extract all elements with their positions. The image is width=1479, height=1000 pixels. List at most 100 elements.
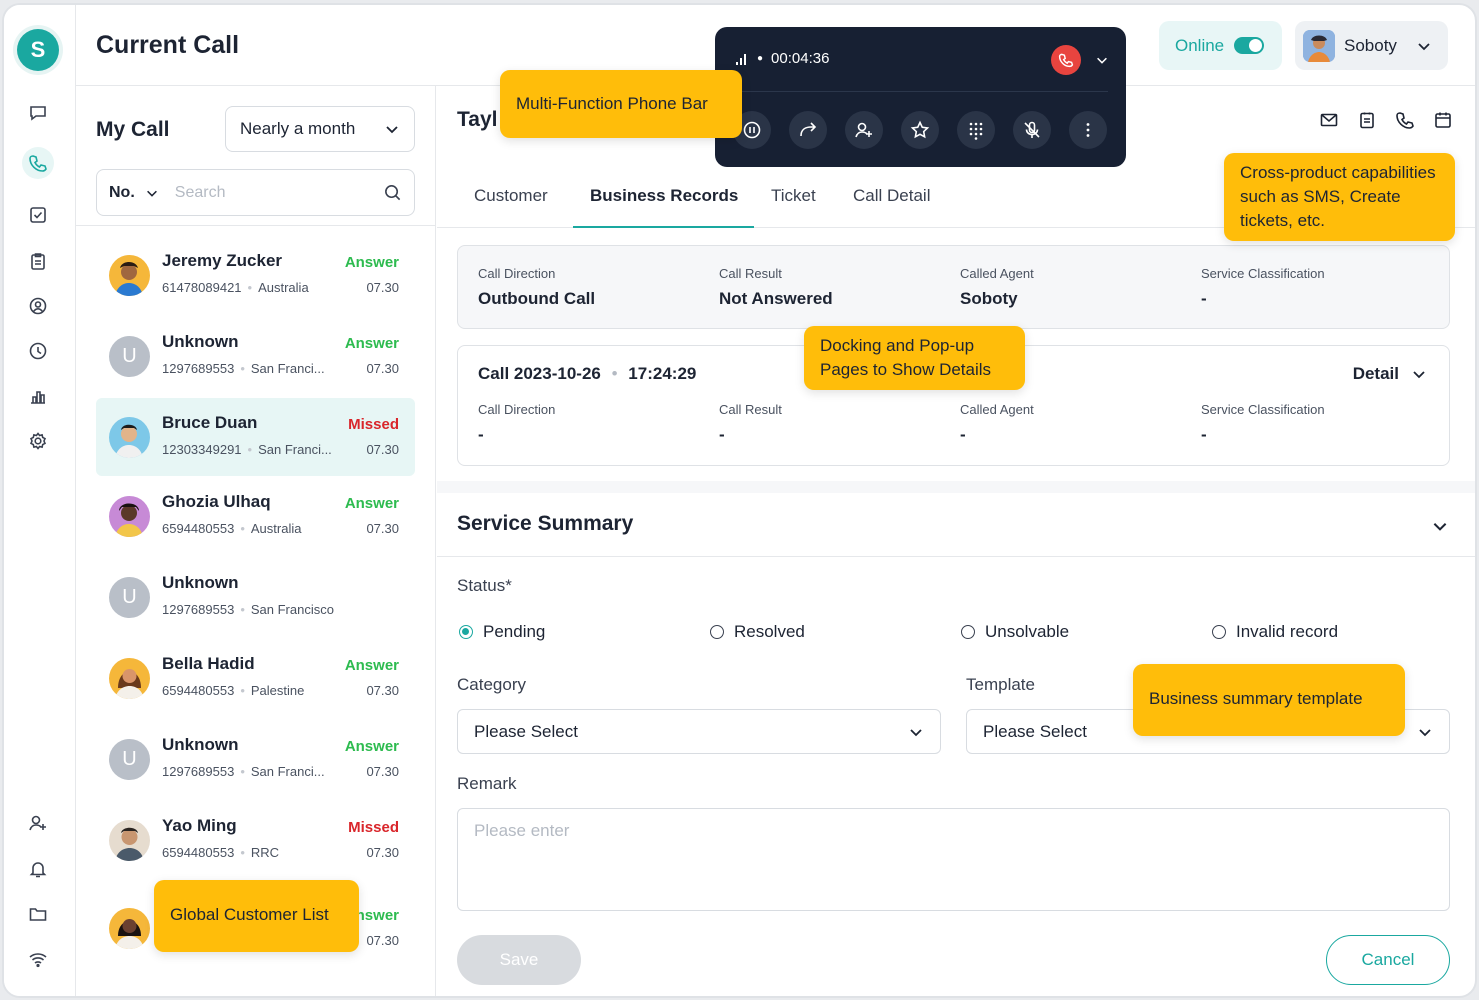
separator-dot: • <box>240 521 245 536</box>
caller-location: Australia <box>250 521 302 536</box>
cancel-button[interactable]: Cancel <box>1326 935 1450 985</box>
service-summary-header[interactable]: Service Summary <box>437 493 1475 557</box>
user-add-icon[interactable] <box>22 807 54 839</box>
status-radio-invalid-record[interactable]: Invalid record <box>1212 622 1338 642</box>
radio-label: Unsolvable <box>985 622 1070 641</box>
detail-toggle[interactable]: Detail <box>1353 364 1427 384</box>
user-menu[interactable]: Soboty <box>1295 21 1448 70</box>
callout-cross-product: Cross-product capabilities such as SMS, … <box>1224 153 1455 241</box>
call-status: Missed <box>348 416 399 433</box>
caller-name: Jeremy Zucker <box>162 251 283 270</box>
transfer-icon[interactable] <box>845 111 883 149</box>
phone-icon[interactable] <box>22 147 54 179</box>
user-avatar <box>1303 29 1335 62</box>
separator-dot: • <box>247 280 253 295</box>
caller-info: 12303349291 • San Franci... <box>162 442 332 457</box>
keypad-icon[interactable] <box>957 111 995 149</box>
caller-location: San Franci... <box>250 764 325 779</box>
hang-up-button[interactable] <box>1051 45 1081 75</box>
contact-icon[interactable] <box>22 290 54 322</box>
call-list-item[interactable]: U Unknown 1297689553 • San Franci... Answe… <box>96 720 415 798</box>
calendar-icon[interactable] <box>1433 110 1453 130</box>
caller-number: 6594480553 <box>162 845 235 860</box>
call-list-pane: My Call Nearly a month No. Jeremy Zucker… <box>76 86 436 996</box>
online-status-toggle[interactable]: Online <box>1159 21 1282 70</box>
call-list-item[interactable]: Bruce Duan 12303349291 • San Franci... Mis… <box>96 398 415 476</box>
status-radio-resolved[interactable]: Resolved <box>710 622 805 642</box>
caller-name: Unknown <box>162 735 239 754</box>
tab-call-detail[interactable]: Call Detail <box>853 176 930 228</box>
call-list-item[interactable]: U Unknown 1297689553 • San Franci... Answe… <box>96 317 415 395</box>
bell-icon[interactable] <box>22 853 54 885</box>
online-status-label: Online <box>1175 35 1225 55</box>
caller-number: 1297689553 <box>162 361 235 376</box>
search-icon[interactable] <box>383 183 402 202</box>
star-icon[interactable] <box>901 111 939 149</box>
category-select[interactable]: Please Select <box>457 709 941 754</box>
caller-location: RRC <box>250 845 280 860</box>
caller-info: 6594480553 • Palestine <box>162 683 304 698</box>
caller-number: 1297689553 <box>162 764 235 779</box>
chevron-down-icon[interactable] <box>1431 517 1449 535</box>
toggle-switch[interactable] <box>1234 37 1265 54</box>
app-logo[interactable]: S <box>17 29 59 71</box>
save-button[interactable]: Save <box>457 935 581 985</box>
remark-textarea[interactable] <box>457 808 1450 911</box>
chevron-down-icon[interactable] <box>1095 53 1109 67</box>
called-agent-value: - <box>960 425 966 444</box>
caller-info: 6594480553 • RRC <box>162 845 279 860</box>
mute-icon[interactable] <box>1013 111 1051 149</box>
caller-number: 6594480553 <box>162 683 235 698</box>
call-direction-value: Outbound Call <box>478 289 596 308</box>
search-input[interactable] <box>174 183 365 202</box>
tab-business-records[interactable]: Business Records <box>590 176 738 228</box>
radio-button[interactable] <box>710 625 724 639</box>
call-list-item[interactable]: Jeremy Zucker 61478089421 • Australia Answ… <box>96 236 415 314</box>
caller-location: Palestine <box>250 683 305 698</box>
phone-icon[interactable] <box>1395 110 1415 130</box>
call-list-item[interactable]: Yao Ming 6594480553 • RRC Missed 07.30 <box>96 801 415 879</box>
chevron-down-icon <box>1417 724 1433 740</box>
section-title: Service Summary <box>457 512 634 535</box>
forward-icon[interactable] <box>789 111 827 149</box>
status-radio-unsolvable[interactable]: Unsolvable <box>961 622 1069 642</box>
settings-icon[interactable] <box>22 425 54 457</box>
task-icon[interactable] <box>22 199 54 231</box>
avatar: U <box>109 336 150 377</box>
caller-name: Yao Ming <box>162 816 237 835</box>
folder-icon[interactable] <box>22 898 54 930</box>
date-range-select[interactable]: Nearly a month <box>225 106 415 152</box>
call-time: 07.30 <box>366 764 399 779</box>
radio-button[interactable] <box>459 625 473 639</box>
avatar <box>109 417 150 458</box>
note-icon[interactable] <box>1357 110 1377 130</box>
more-icon[interactable] <box>1069 111 1107 149</box>
chevron-down-icon <box>1416 38 1432 54</box>
call-list-item[interactable]: Ghozia Ulhaq 6594480553 • Australia Answer… <box>96 477 415 555</box>
radio-button[interactable] <box>1212 625 1226 639</box>
avatar <box>109 658 150 699</box>
called-agent-value: Soboty <box>960 289 1018 308</box>
mail-icon[interactable] <box>1319 110 1339 130</box>
chat-icon[interactable] <box>22 97 54 129</box>
chart-icon[interactable] <box>22 380 54 412</box>
search-field-select[interactable]: No. <box>109 184 159 202</box>
clipboard-icon[interactable] <box>22 245 54 277</box>
call-list-item[interactable]: U Unknown 1297689553 • San Francisco <box>96 558 415 636</box>
phone-bar: ● 00:04:36 <box>715 27 1126 167</box>
call-list-item[interactable]: Bella Hadid 6594480553 • Palestine Answer … <box>96 639 415 717</box>
tab-ticket[interactable]: Ticket <box>771 176 816 228</box>
field-label: Call Result <box>719 402 782 417</box>
tab-customer[interactable]: Customer <box>474 176 548 228</box>
history-icon[interactable] <box>22 335 54 367</box>
separator-dot: • <box>240 845 245 860</box>
caller-name: Unknown <box>162 573 239 592</box>
caller-info: 1297689553 • San Francisco <box>162 602 334 617</box>
service-classification-value: - <box>1201 425 1207 444</box>
status-radio-pending[interactable]: Pending <box>459 622 545 642</box>
wifi-icon[interactable] <box>22 943 54 975</box>
radio-button[interactable] <box>961 625 975 639</box>
field-label: Service Classification <box>1201 266 1325 281</box>
call-timer: ● 00:04:36 <box>735 50 829 67</box>
separator-dot: • <box>240 764 245 779</box>
